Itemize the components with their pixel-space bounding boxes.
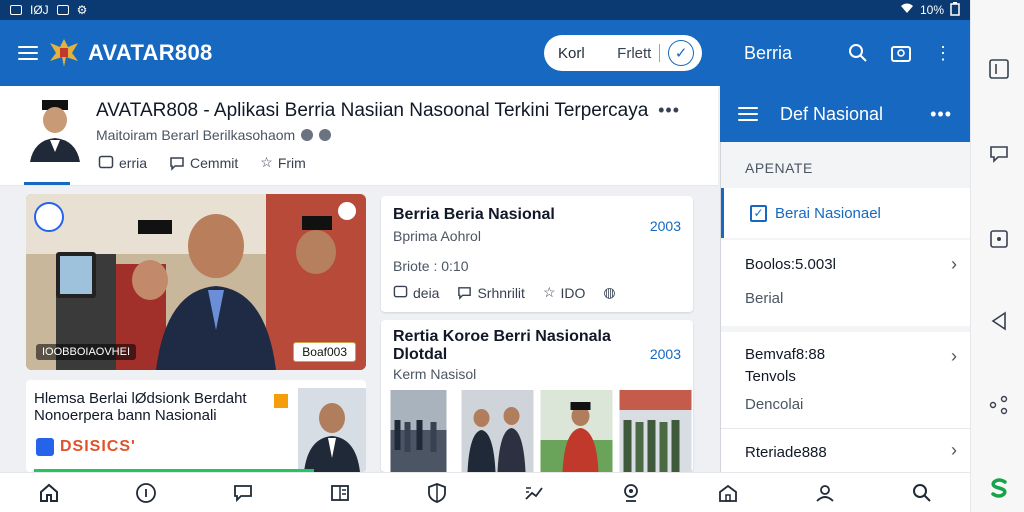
wifi-icon	[900, 3, 914, 17]
comment-icon	[458, 287, 472, 300]
news-card-1[interactable]: Berria Beria Nasional 2003 Bprima Aohrol…	[381, 196, 693, 312]
profile-card-icon[interactable]	[890, 43, 912, 63]
bottom-navigation	[0, 472, 970, 512]
article-subtitle: Maitoiram Berarl Berilkasohaom	[96, 127, 296, 143]
feature-caption: IOOBBOIAOVHEI	[36, 344, 137, 360]
shield-icon[interactable]	[424, 480, 450, 506]
right-panel-list: APENATE ✓ Berai Nasionael Boolos:5.003l …	[720, 142, 971, 472]
chevron-right-icon: ›	[951, 254, 957, 274]
comment-action-button[interactable]: Cemmit	[169, 154, 238, 171]
square-icon[interactable]	[988, 228, 1010, 250]
check-icon[interactable]: ✓	[668, 40, 694, 66]
star-icon: ☆	[260, 154, 273, 170]
globe-icon[interactable]: ◍	[603, 284, 615, 301]
building-icon[interactable]	[715, 480, 741, 506]
system-navigation	[970, 0, 1024, 512]
menu-icon[interactable]	[18, 46, 38, 60]
verified-icon	[301, 129, 314, 141]
more-horizontal-icon[interactable]: •••	[930, 104, 952, 125]
feature-badge: Boaf003	[293, 342, 356, 362]
search-icon[interactable]	[909, 480, 935, 506]
card1-share-button[interactable]: Srhnrilit	[457, 285, 525, 301]
checkbox-checked-icon[interactable]: ✓	[750, 204, 767, 222]
square-chat-icon	[98, 155, 114, 168]
more-vertical-icon[interactable]: ⋮	[934, 43, 952, 64]
app-window: IØJ ⚙ 10% AVATAR808 Korl Frlett ✓ Berria…	[0, 0, 1024, 512]
card2-subtitle: Kerm Nasisol	[393, 366, 477, 382]
card2-title: Rertia Koroe Berri Nasionala Dlotdal	[393, 328, 611, 363]
tab-indicator	[24, 182, 70, 185]
star-icon: ☆	[542, 284, 556, 300]
list-item[interactable]: Bemvaf8:88 Tenvols Dencolai › Rteriade88…	[721, 332, 971, 472]
checked-category-item[interactable]: ✓ Berai Nasionael	[721, 188, 971, 238]
globe-icon	[319, 129, 332, 141]
secondary-news-brand: DSISICS'	[60, 438, 136, 455]
article-title: AVATAR808 - Aplikasi Berria Nasiian Naso…	[96, 100, 649, 121]
search-pill[interactable]: Korl Frlett ✓	[544, 35, 702, 71]
trending-icon[interactable]	[521, 480, 547, 506]
card1-author: Bprima Aohrol	[393, 228, 481, 244]
card1-favorite-button[interactable]: ☆ IDO	[543, 284, 585, 301]
chevron-right-icon: ›	[951, 440, 957, 460]
list-item[interactable]: Boolos:5.003l Berial ›	[721, 240, 971, 326]
home-icon[interactable]	[36, 480, 62, 506]
section-label: APENATE	[745, 160, 813, 176]
secondary-news-headline: Hlemsa Berlai lØdsionk Berdaht Nonoerper…	[34, 390, 247, 424]
garuda-logo-icon	[50, 39, 78, 67]
news-action-button[interactable]: erria	[98, 154, 147, 171]
screenshot-icon	[10, 5, 22, 15]
search-field-secondary[interactable]: Frlett	[617, 45, 651, 62]
news-card-2[interactable]: Rertia Koroe Berri Nasionala Dlotdal 200…	[381, 320, 693, 472]
location-icon[interactable]	[618, 480, 644, 506]
chat-icon[interactable]	[230, 480, 256, 506]
status-left-text: IØJ	[30, 3, 49, 17]
info-icon[interactable]	[133, 480, 159, 506]
card1-meta: Briote : 0:10	[393, 258, 469, 274]
chevron-right-icon: ›	[951, 346, 957, 366]
status-bar: IØJ ⚙ 10%	[0, 0, 970, 20]
chat-bubble-icon[interactable]	[988, 142, 1010, 164]
share-icon[interactable]	[988, 394, 1010, 416]
photo-strip	[381, 390, 693, 472]
profile-icon[interactable]	[812, 480, 838, 506]
secondary-news-card[interactable]: Hlemsa Berlai lØdsionk Berdaht Nonoerper…	[26, 380, 366, 472]
right-panel-title: Berria	[744, 42, 793, 63]
badge-icon	[338, 202, 356, 220]
list-icon[interactable]	[327, 480, 353, 506]
more-horizontal-icon[interactable]: •••	[658, 100, 680, 121]
channel-logo-icon	[34, 202, 64, 232]
settings-icon: ⚙	[76, 3, 88, 17]
flag-icon	[274, 394, 288, 408]
gallery-icon	[56, 5, 69, 15]
s-logo-icon[interactable]	[988, 477, 1010, 499]
back-triangle-icon[interactable]	[988, 310, 1010, 332]
photo-thumb[interactable]	[539, 390, 614, 472]
search-icon[interactable]	[848, 43, 868, 63]
right-panel-header: Berria ⋮	[720, 20, 970, 86]
battery-icon	[950, 1, 960, 19]
card1-news-button[interactable]: deia	[393, 285, 439, 301]
article-header-card: AVATAR808 - Aplikasi Berria Nasiian Naso…	[0, 86, 718, 186]
secondary-news-thumbnail	[298, 388, 366, 472]
photo-thumb[interactable]	[460, 390, 535, 472]
photo-thumb[interactable]	[381, 390, 456, 472]
app-icon	[36, 438, 54, 456]
search-field-primary[interactable]: Korl	[558, 45, 617, 62]
author-avatar[interactable]	[26, 96, 84, 162]
comment-icon	[170, 156, 184, 171]
menu-icon[interactable]	[738, 107, 758, 121]
right-panel-subtitle: Def Nasional	[780, 103, 884, 124]
card2-number: 2003	[649, 346, 681, 362]
favorite-action-button[interactable]: ☆ Frim	[260, 154, 306, 171]
app-brand: AVATAR808	[88, 40, 213, 65]
feature-news-card[interactable]: IOOBBOIAOVHEI Boaf003	[26, 194, 366, 370]
photo-thumb[interactable]	[618, 390, 693, 472]
square-chat-icon	[393, 285, 408, 298]
card1-title: Berria Beria Nasional	[393, 206, 555, 223]
app-bar: AVATAR808 Korl Frlett ✓	[0, 20, 720, 86]
right-panel-subheader: Def Nasional •••	[720, 86, 970, 142]
card1-number: 2003	[649, 218, 681, 234]
battery-text: 10%	[919, 3, 944, 17]
window-icon[interactable]	[988, 58, 1010, 80]
